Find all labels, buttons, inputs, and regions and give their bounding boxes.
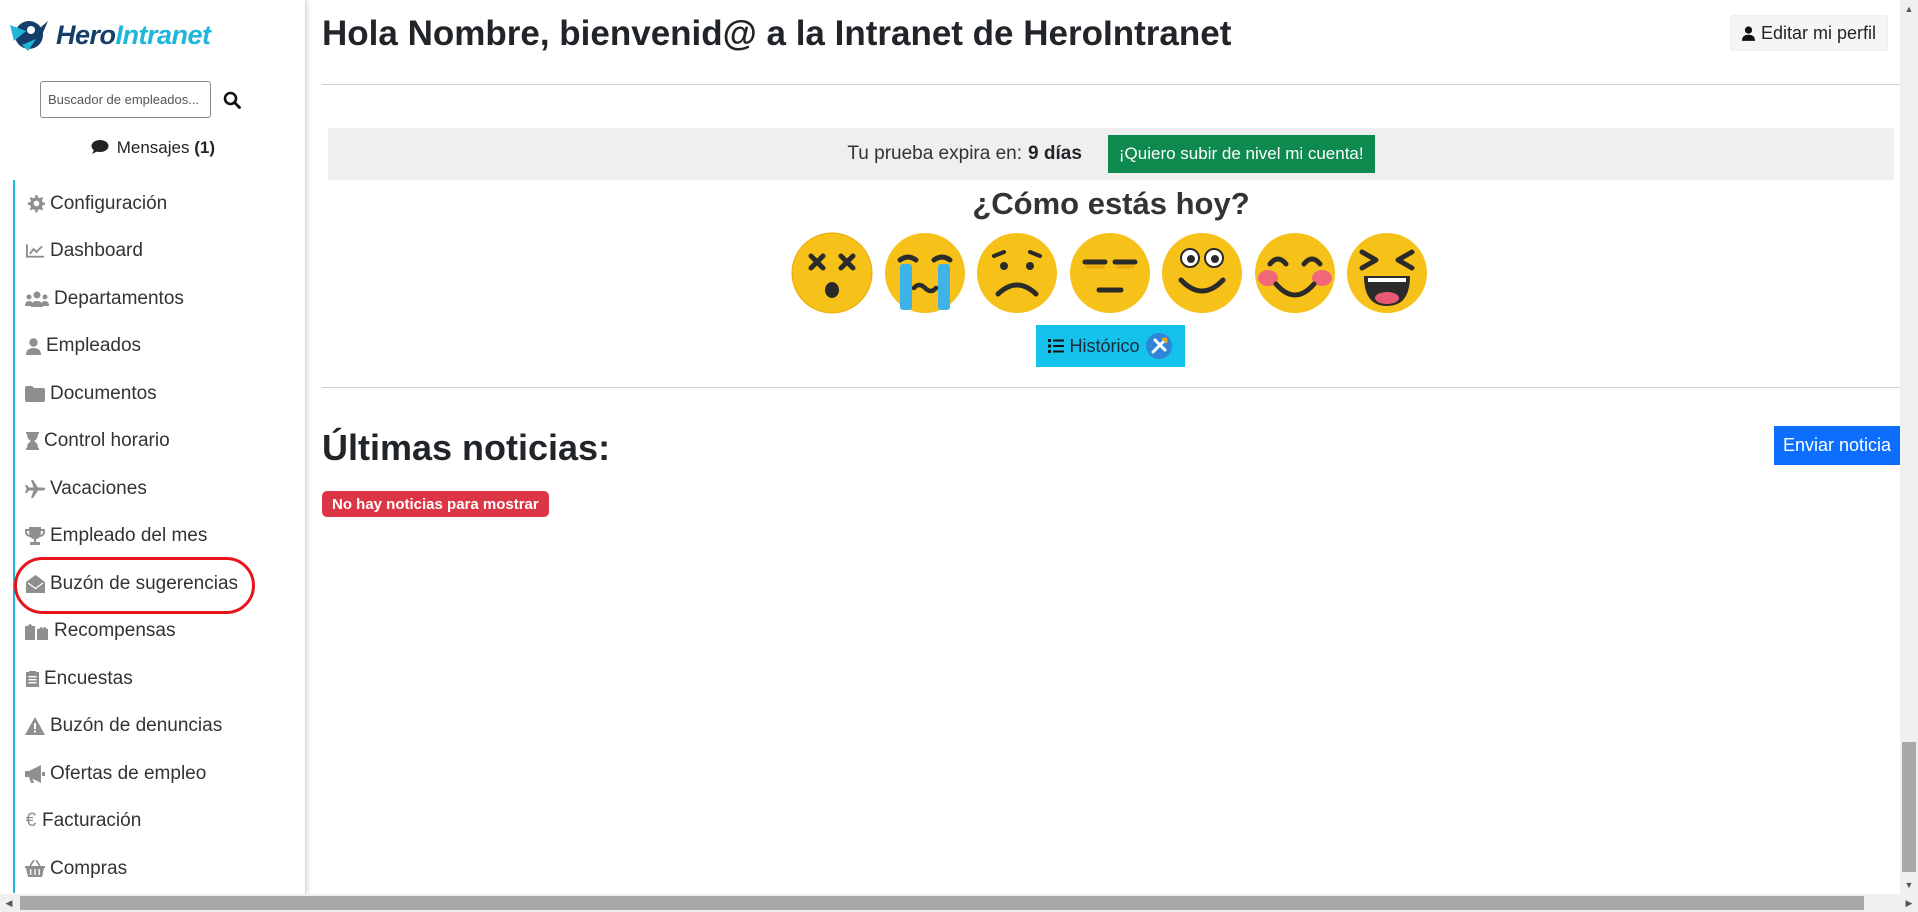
messages-count: (1)	[194, 138, 215, 157]
logo-text: HeroIntranet	[56, 19, 211, 50]
plane-icon	[24, 478, 46, 500]
sidebar-item-dashboard[interactable]: Dashboard	[13, 227, 303, 275]
vertical-scroll-thumb[interactable]	[1902, 742, 1916, 872]
sidebar-item-label: Documentos	[50, 382, 157, 404]
sidebar-item-label: Compras	[50, 857, 128, 879]
sidebar-nav: Configuración Dashboard Departamentos Em…	[13, 180, 303, 893]
sidebar-item-label: Control horario	[44, 430, 170, 452]
employee-search	[40, 81, 243, 118]
list-icon	[1048, 339, 1065, 353]
sidebar-item-label: Encuestas	[44, 667, 133, 689]
sidebar-item-label: Buzón de sugerencias	[50, 572, 239, 594]
sidebar-item-compras[interactable]: Compras	[13, 845, 303, 893]
megaphone-icon	[24, 763, 46, 785]
sidebar-item-recompensas[interactable]: Recompensas	[13, 607, 303, 655]
clipboard-icon	[24, 668, 40, 690]
user-name: Nombre	[407, 14, 540, 53]
users-icon	[24, 288, 50, 310]
divider	[322, 84, 1900, 85]
trial-text: Tu prueba expira en:	[847, 143, 1023, 164]
sidebar-item-buzon-de-denuncias[interactable]: Buzón de denuncias	[13, 702, 303, 750]
sad-face-icon[interactable]	[976, 232, 1058, 314]
basket-icon	[24, 858, 46, 880]
company-name: HeroIntranet	[1023, 14, 1232, 53]
horizontal-scroll-thumb[interactable]	[20, 896, 1864, 910]
sidebar-item-buzon-de-sugerencias[interactable]: Buzón de sugerencias	[13, 560, 303, 608]
sidebar-item-encuestas[interactable]: Encuestas	[13, 655, 303, 703]
sidebar-item-label: Buzón de denuncias	[50, 715, 223, 737]
sidebar-item-configuracion[interactable]: Configuración	[13, 180, 303, 228]
edit-profile-button[interactable]: Editar mi perfil	[1729, 15, 1888, 51]
vertical-scrollbar[interactable]: ▲ ▼	[1900, 0, 1918, 894]
sidebar-item-departamentos[interactable]: Departamentos	[13, 275, 303, 323]
gifts-icon	[24, 620, 50, 642]
scroll-up-arrow-icon[interactable]: ▲	[1900, 0, 1918, 18]
sidebar-item-label: Facturación	[42, 810, 142, 832]
comment-icon	[91, 140, 109, 154]
trial-banner: Tu prueba expira en: 9 días ¡Quiero subi…	[328, 128, 1894, 180]
folder-icon	[24, 383, 46, 405]
laughing-face-icon[interactable]	[1346, 232, 1428, 314]
user-icon	[24, 335, 42, 357]
user-icon	[1741, 25, 1755, 41]
sidebar-item-ofertas-de-empleo[interactable]: Ofertas de empleo	[13, 750, 303, 798]
gear-icon	[24, 193, 46, 215]
chart-line-icon	[24, 240, 46, 262]
search-input[interactable]	[40, 81, 211, 118]
sidebar-item-documentos[interactable]: Documentos	[13, 370, 303, 418]
sidebar-item-vacaciones[interactable]: Vacaciones	[13, 465, 303, 513]
warning-icon	[24, 715, 46, 737]
crying-face-icon[interactable]	[884, 232, 966, 314]
send-news-button[interactable]: Enviar noticia	[1774, 426, 1900, 465]
euro-icon: €	[25, 810, 37, 832]
page-title: Hola Nombre, bienvenid@ a la Intranet de…	[322, 14, 1232, 53]
sidebar-item-label: Recompensas	[54, 620, 176, 642]
empty-news-badge: No hay noticias para mostrar	[322, 491, 549, 517]
logo[interactable]: HeroIntranet	[8, 12, 211, 58]
sidebar: HeroIntranet Mensajes (1) Configuración …	[0, 0, 306, 894]
history-button[interactable]: Histórico	[1036, 325, 1185, 367]
sidebar-item-label: Configuración	[50, 192, 168, 214]
trophy-icon	[24, 525, 46, 547]
hourglass-icon	[24, 430, 40, 452]
messages-label: Mensajes	[116, 138, 190, 157]
smiling-face-icon[interactable]	[1161, 232, 1243, 314]
scroll-down-arrow-icon[interactable]: ▼	[1900, 876, 1918, 894]
trial-days: 9 días	[1028, 143, 1082, 164]
main-content: Hola Nombre, bienvenid@ a la Intranet de…	[322, 0, 1900, 894]
search-icon[interactable]	[221, 89, 243, 111]
scroll-left-arrow-icon[interactable]: ◀	[0, 894, 18, 912]
dizzy-face-icon[interactable]	[791, 232, 873, 314]
superhero-logo-icon	[10, 21, 48, 51]
neutral-face-icon[interactable]	[1069, 232, 1151, 314]
news-title: Últimas noticias:	[322, 427, 611, 468]
sidebar-item-label: Ofertas de empleo	[50, 762, 207, 784]
upgrade-account-button[interactable]: ¡Quiero subir de nivel mi cuenta!	[1107, 135, 1375, 173]
sidebar-item-facturacion[interactable]: € Facturación	[13, 797, 303, 845]
envelope-open-icon	[24, 573, 46, 595]
horizontal-scrollbar[interactable]: ◀ ▶	[0, 894, 1918, 912]
tools-icon	[1145, 333, 1172, 359]
blushing-face-icon[interactable]	[1254, 232, 1336, 314]
messages-link[interactable]: Mensajes (1)	[0, 138, 306, 158]
mood-title: ¿Cómo estás hoy?	[972, 186, 1250, 221]
sidebar-item-empleado-del-mes[interactable]: Empleado del mes	[13, 512, 303, 560]
mood-selector	[791, 232, 1439, 314]
sidebar-item-label: Empleados	[46, 335, 142, 357]
sidebar-item-label: Departamentos	[54, 287, 184, 309]
sidebar-item-label: Vacaciones	[50, 477, 147, 499]
sidebar-item-empleados[interactable]: Empleados	[13, 322, 303, 370]
sidebar-item-label: Dashboard	[50, 240, 143, 262]
sidebar-item-control-horario[interactable]: Control horario	[13, 417, 303, 465]
scroll-right-arrow-icon[interactable]: ▶	[1900, 894, 1918, 912]
divider	[322, 387, 1900, 388]
sidebar-item-label: Empleado del mes	[50, 525, 208, 547]
